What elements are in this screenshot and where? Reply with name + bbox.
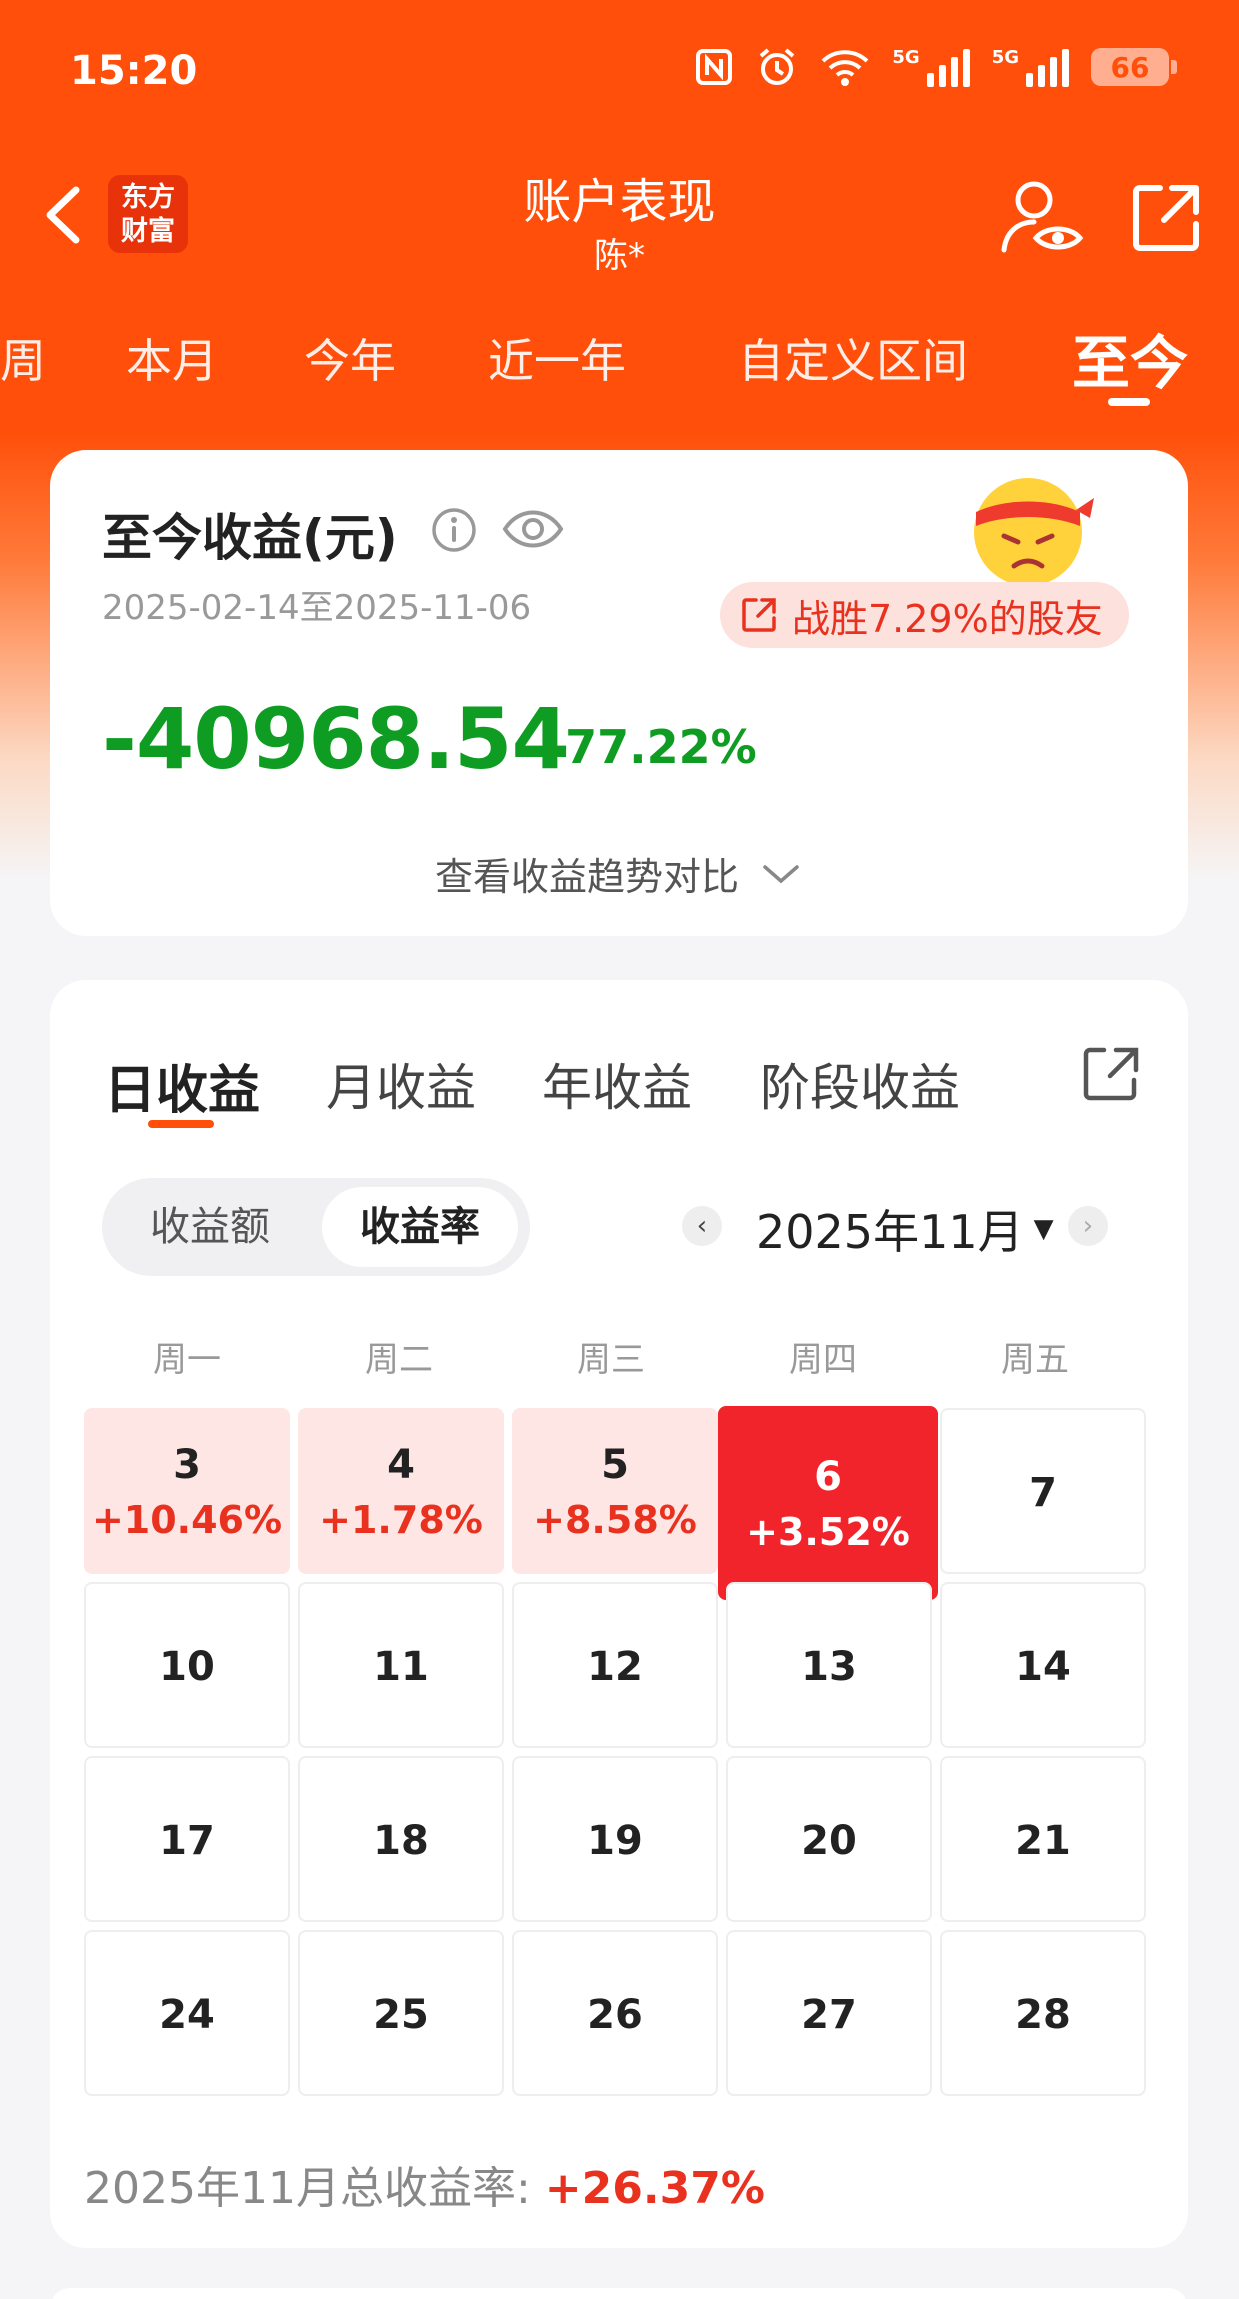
calendar-day[interactable]: 21 [940,1756,1146,1922]
tab-indicator [1108,398,1150,406]
tab-this-month[interactable]: 本月 [126,325,218,391]
chevron-down-icon [763,864,799,883]
calendar-day[interactable]: 25 [298,1930,504,2096]
battery-icon: 66 [1091,48,1177,86]
calendar-day[interactable]: 27 [726,1930,932,2096]
tab-indicator [148,1120,214,1128]
toggle-rate[interactable]: 收益率 [322,1187,518,1267]
calendar-day[interactable]: 14 [940,1582,1146,1748]
weekday-thu: 周四 [789,1340,857,1380]
next-card-peek [50,2288,1188,2299]
calendar-day[interactable]: 5 +8.58% [512,1408,718,1574]
tab-last-year[interactable]: 近一年 [488,325,626,391]
tab-this-year[interactable]: 今年 [304,325,396,391]
trend-compare-link[interactable]: 查看收益趋势对比 [50,846,1188,901]
card-title: 至今收益(元) [102,509,398,567]
tab-stage-profit[interactable]: 阶段收益 [760,1048,960,1120]
tab-week[interactable]: 周 [0,325,46,391]
tab-yearly-profit[interactable]: 年收益 [542,1048,692,1120]
angry-emoji-icon [974,478,1094,586]
signal-icon-1: 5G [892,47,970,87]
calendar-day[interactable]: 4 +1.78% [298,1408,504,1574]
share-icon[interactable] [1130,180,1204,254]
toggle-amount[interactable]: 收益额 [112,1187,308,1267]
calendar-grid: 3 +10.46% 4 +1.78% 5 +8.58% 6 +3.52% 7 10 11… [84,1406,1148,2108]
calendar-day[interactable]: 12 [512,1582,718,1748]
profit-summary-card: 至今收益(元) 2025-02-14至2025-11-06 战胜7.29%的股友… [50,450,1188,936]
share-icon[interactable] [1080,1042,1142,1104]
status-time: 15:20 [70,48,198,94]
tab-custom-range[interactable]: 自定义区间 [738,325,968,391]
total-profit: -40968.54 [102,690,570,788]
next-month-button[interactable]: › [1068,1206,1108,1246]
calendar-day[interactable]: 18 [298,1756,504,1922]
status-bar: 15:20 5G 5G 66 [0,0,1239,150]
weekday-fri: 周五 [1001,1340,1069,1380]
weekday-wed: 周三 [577,1340,645,1380]
date-range: 2025-02-14至2025-11-06 [102,588,532,628]
daily-profit-card: 日收益 月收益 年收益 阶段收益 收益额 收益率 ‹ 2025年11月 ▼ › … [50,980,1188,2248]
signal-icon-2: 5G [992,47,1069,87]
month-total-rate: 2025年11月总收益率: +26.37% [84,2152,765,2216]
beat-peers-badge[interactable]: 战胜7.29%的股友 [720,582,1129,648]
amount-rate-toggle[interactable]: 收益额 收益率 [102,1178,530,1276]
wifi-icon [822,50,869,86]
calendar-day-today[interactable]: 6 +3.52% [718,1406,938,1600]
weekday-tue: 周二 [365,1340,433,1380]
calendar-day[interactable]: 28 [940,1930,1146,2096]
prev-month-button[interactable]: ‹ [682,1206,722,1246]
calendar-day[interactable]: 20 [726,1756,932,1922]
calendar-day[interactable]: 10 [84,1582,290,1748]
month-total-value: +26.37% [544,2163,765,2214]
calendar-day[interactable]: 3 +10.46% [84,1408,290,1574]
share-small-icon [742,598,776,632]
calendar-day[interactable]: 17 [84,1756,290,1922]
caret-down-icon: ▼ [1033,1214,1054,1244]
month-selector[interactable]: 2025年11月 ▼ [756,1196,1054,1262]
calendar-day[interactable]: 13 [726,1582,932,1748]
tab-daily-profit[interactable]: 日收益 [104,1048,260,1123]
info-icon[interactable] [430,506,478,554]
privacy-user-icon[interactable] [1000,178,1084,258]
trend-compare-label: 查看收益趋势对比 [434,855,739,899]
eye-icon[interactable] [502,504,564,554]
tab-monthly-profit[interactable]: 月收益 [326,1048,476,1120]
beat-peers-text: 战胜7.29%的股友 [792,596,1103,641]
month-total-label: 2025年11月总收益率: [84,2163,545,2214]
calendar-day[interactable]: 7 [940,1408,1146,1574]
weekday-mon: 周一 [153,1340,221,1380]
calendar-day[interactable]: 11 [298,1582,504,1748]
calendar-day[interactable]: 26 [512,1930,718,2096]
alarm-icon [760,48,795,85]
tab-to-date[interactable]: 至今 [1072,316,1188,400]
calendar-day[interactable]: 24 [84,1930,290,2096]
nfc-icon [696,49,733,85]
calendar-day[interactable]: 19 [512,1756,718,1922]
status-icons: 5G 5G 66 [694,46,1177,88]
total-profit-percent: -77.22% [546,720,757,774]
month-label: 2025年11月 [756,1205,1024,1259]
